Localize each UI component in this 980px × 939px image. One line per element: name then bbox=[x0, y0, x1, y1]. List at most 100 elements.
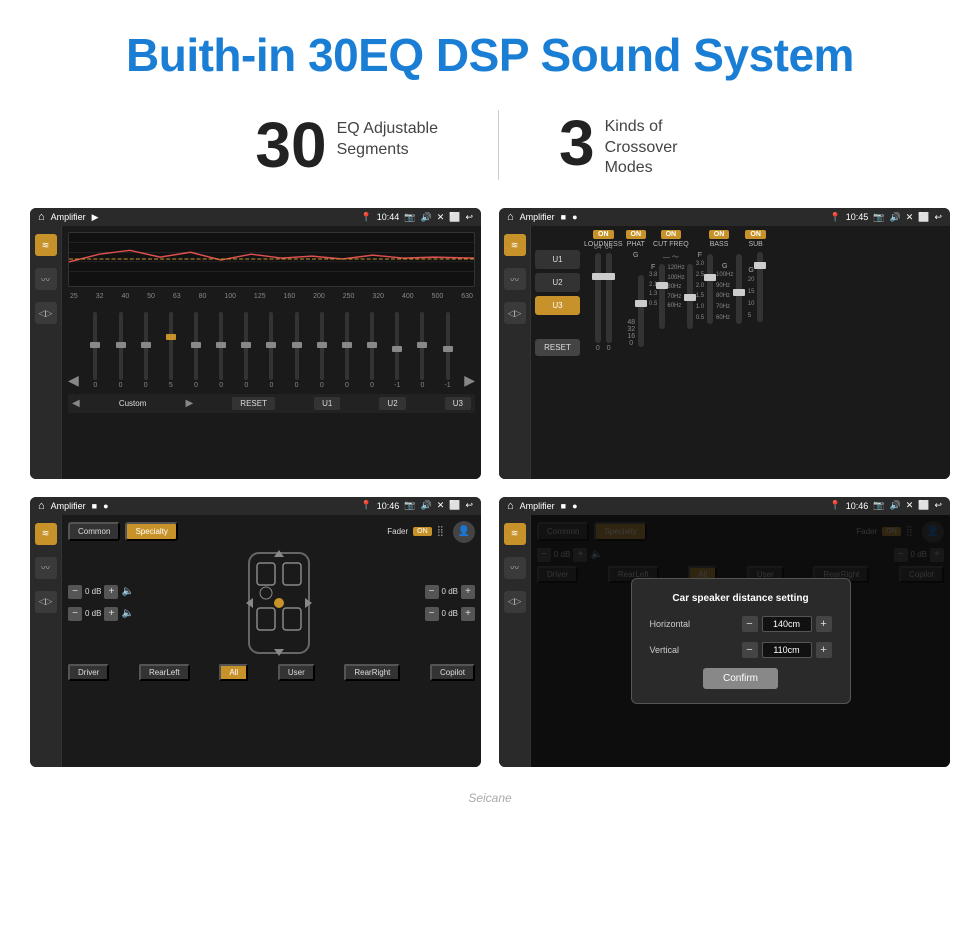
eq-camera-icon[interactable]: 📷 bbox=[404, 212, 415, 223]
eq-window-icon[interactable]: ⬜ bbox=[449, 212, 460, 223]
loudness-on[interactable]: ON bbox=[593, 230, 614, 239]
db-fl-minus[interactable]: − bbox=[68, 585, 82, 599]
specialty-window[interactable]: ⬜ bbox=[449, 500, 460, 511]
eq-reset-btn[interactable]: RESET bbox=[232, 397, 275, 410]
eq-back-icon[interactable]: ↩ bbox=[465, 212, 473, 223]
crossover-window-icon[interactable]: ⬜ bbox=[918, 212, 929, 223]
crossover-rec-icon: ■ bbox=[561, 212, 566, 222]
specialty-title: Amplifier bbox=[51, 501, 86, 511]
cutfreq-on[interactable]: ON bbox=[661, 230, 682, 239]
bass-on[interactable]: ON bbox=[709, 230, 730, 239]
eq-status-bar: ⌂ Amplifier ▶ 📍 10:44 📷 🔊 ✕ ⬜ ↩ bbox=[30, 208, 481, 226]
stat-crossover: 3 Kinds ofCrossover Modes bbox=[499, 111, 785, 179]
crossover-sidebar-vol[interactable]: ◁▷ bbox=[504, 302, 526, 324]
eq-sidebar-eq[interactable]: ≋ bbox=[35, 234, 57, 256]
dialog-status-left: ⌂ Amplifier ■ ● bbox=[507, 500, 578, 512]
page-title: Buith-in 30EQ DSP Sound System bbox=[20, 28, 960, 82]
horizontal-minus[interactable]: − bbox=[742, 616, 758, 632]
crossover-x-icon[interactable]: ✕ bbox=[906, 212, 914, 223]
eq-x-icon[interactable]: ✕ bbox=[437, 212, 445, 223]
eq-play-icon[interactable]: ▶ bbox=[92, 212, 99, 223]
specialty-vol[interactable]: 🔊 bbox=[420, 500, 431, 511]
dialog-x[interactable]: ✕ bbox=[906, 500, 914, 511]
eq-next-btn[interactable]: ▶ bbox=[185, 398, 193, 409]
speaker-rl-icon: 🔈 bbox=[121, 608, 133, 619]
db-rr-minus[interactable]: − bbox=[425, 607, 439, 621]
dialog-window[interactable]: ⬜ bbox=[918, 500, 929, 511]
crossover-sidebar-wave[interactable]: 〰 bbox=[504, 268, 526, 290]
zone-copilot[interactable]: Copilot bbox=[430, 664, 475, 681]
fader-on[interactable]: ON bbox=[413, 527, 432, 536]
eq-u3-btn[interactable]: U3 bbox=[445, 397, 471, 410]
dialog-sidebar-vol[interactable]: ◁▷ bbox=[504, 591, 526, 613]
confirm-button[interactable]: Confirm bbox=[703, 668, 778, 689]
eq-slider-15: -1 bbox=[435, 312, 460, 389]
profile-icon[interactable]: 👤 bbox=[453, 521, 475, 543]
dialog-time: 10:46 bbox=[846, 501, 869, 511]
eq-slider-10: 0 bbox=[309, 312, 334, 389]
crossover-home-icon[interactable]: ⌂ bbox=[507, 211, 514, 223]
horizontal-plus[interactable]: + bbox=[816, 616, 832, 632]
crossover-sidebar-eq[interactable]: ≋ bbox=[504, 234, 526, 256]
dialog-camera[interactable]: 📷 bbox=[873, 500, 884, 511]
specialty-sidebar-wave[interactable]: 〰 bbox=[35, 557, 57, 579]
specialty-camera[interactable]: 📷 bbox=[404, 500, 415, 511]
crossover-status-right: 📍 10:45 📷 🔊 ✕ ⬜ ↩ bbox=[830, 212, 943, 223]
phat-on[interactable]: ON bbox=[626, 230, 647, 239]
specialty-status-bar: ⌂ Amplifier ■ ● 📍 10:46 📷 🔊 ✕ ⬜ ↩ bbox=[30, 497, 481, 515]
crossover-volume-icon[interactable]: 🔊 bbox=[889, 212, 900, 223]
preset-u2[interactable]: U2 bbox=[535, 273, 580, 292]
specialty-sidebar-eq[interactable]: ≋ bbox=[35, 523, 57, 545]
crossover-reset[interactable]: RESET bbox=[535, 339, 580, 356]
home-icon[interactable]: ⌂ bbox=[38, 211, 45, 223]
fader-slider-icon[interactable]: ⣿ bbox=[437, 526, 444, 537]
db-fl-plus[interactable]: + bbox=[104, 585, 118, 599]
preset-u3[interactable]: U3 bbox=[535, 296, 580, 315]
db-rl-minus[interactable]: − bbox=[68, 607, 82, 621]
horizontal-value: 140cm bbox=[762, 616, 812, 632]
zone-driver[interactable]: Driver bbox=[68, 664, 109, 681]
sub-on[interactable]: ON bbox=[745, 230, 766, 239]
eq-u2-btn[interactable]: U2 bbox=[379, 397, 405, 410]
crossover-back-icon[interactable]: ↩ bbox=[934, 212, 942, 223]
specialty-home-icon[interactable]: ⌂ bbox=[38, 500, 45, 512]
dialog-vol[interactable]: 🔊 bbox=[889, 500, 900, 511]
crossover-time: 10:45 bbox=[846, 212, 869, 222]
specialty-sidebar-vol[interactable]: ◁▷ bbox=[35, 591, 57, 613]
dialog-dot: ● bbox=[572, 501, 577, 511]
eq-slider-13: -1 bbox=[385, 312, 410, 389]
dialog-home-icon[interactable]: ⌂ bbox=[507, 500, 514, 512]
db-fr-minus[interactable]: − bbox=[425, 585, 439, 599]
zone-user[interactable]: User bbox=[278, 664, 315, 681]
db-control-fl: − 0 dB + 🔈 bbox=[68, 585, 134, 599]
db-rl-plus[interactable]: + bbox=[104, 607, 118, 621]
specialty-back[interactable]: ↩ bbox=[465, 500, 473, 511]
eq-slider-1: 0 bbox=[83, 312, 108, 389]
eq-prev-btn[interactable]: ◀ bbox=[72, 398, 80, 409]
db-fr-value: 0 dB bbox=[442, 587, 458, 596]
vertical-plus[interactable]: + bbox=[816, 642, 832, 658]
eq-volume-icon[interactable]: 🔊 bbox=[420, 212, 431, 223]
eq-status-left: ⌂ Amplifier ▶ bbox=[38, 211, 99, 223]
eq-sidebar-wave[interactable]: 〰 bbox=[35, 268, 57, 290]
preset-u1[interactable]: U1 bbox=[535, 250, 580, 269]
zone-rearleft[interactable]: RearLeft bbox=[139, 664, 190, 681]
db-fr-plus[interactable]: + bbox=[461, 585, 475, 599]
dialog-back[interactable]: ↩ bbox=[934, 500, 942, 511]
tab-common[interactable]: Common bbox=[68, 522, 120, 541]
crossover-camera-icon[interactable]: 📷 bbox=[873, 212, 884, 223]
eq-sidebar-vol[interactable]: ◁▷ bbox=[35, 302, 57, 324]
vertical-minus[interactable]: − bbox=[742, 642, 758, 658]
specialty-x[interactable]: ✕ bbox=[437, 500, 445, 511]
tab-specialty[interactable]: Specialty bbox=[125, 522, 177, 541]
dialog-sidebar-wave[interactable]: 〰 bbox=[504, 557, 526, 579]
dialog-sidebar-eq[interactable]: ≋ bbox=[504, 523, 526, 545]
eq-slider-8: 0 bbox=[259, 312, 284, 389]
zone-rearright[interactable]: RearRight bbox=[344, 664, 400, 681]
db-rr-plus[interactable]: + bbox=[461, 607, 475, 621]
eq-slider-5: 0 bbox=[183, 312, 208, 389]
eq-u1-btn[interactable]: U1 bbox=[314, 397, 340, 410]
eq-right-arrow[interactable]: ▶ bbox=[464, 372, 475, 389]
zone-all[interactable]: All bbox=[219, 664, 248, 681]
eq-left-arrow[interactable]: ◀ bbox=[68, 372, 79, 389]
